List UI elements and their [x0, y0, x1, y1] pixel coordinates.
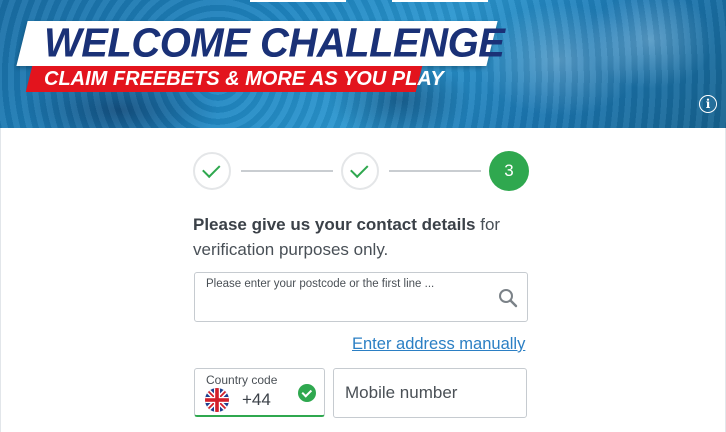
address-search-input[interactable]: Please enter your postcode or the first … [194, 272, 528, 322]
uk-flag-icon [205, 388, 229, 412]
enter-address-manually-link[interactable]: Enter address manually [352, 335, 525, 354]
check-circle-icon [298, 384, 316, 402]
mobile-number-input[interactable] [345, 383, 515, 403]
step-connector [241, 170, 333, 172]
country-code-value: +44 [242, 390, 271, 409]
step-3-active: 3 [489, 151, 529, 191]
panel-border-left [0, 128, 1, 432]
banner-title: WELCOME CHALLENGE [44, 20, 505, 66]
info-icon[interactable]: i [699, 95, 717, 113]
mobile-number-field[interactable] [333, 368, 527, 418]
promo-banner: WELCOME CHALLENGE CLAIM FREEBETS & MORE … [0, 0, 726, 128]
step-1-complete [193, 152, 231, 190]
address-search-placeholder: Please enter your postcode or the first … [206, 278, 435, 290]
check-icon [202, 159, 221, 179]
intro-bold: Please give us your contact details [193, 215, 476, 234]
step-2-complete [341, 152, 379, 190]
country-code-label: Country code [206, 373, 278, 387]
form-intro: Please give us your contact details for … [193, 212, 533, 262]
search-icon[interactable] [497, 287, 519, 309]
country-code-select[interactable]: Country code +44 [194, 368, 325, 417]
step-connector [389, 170, 481, 172]
banner-top-tab [392, 0, 488, 2]
banner-subtitle: CLAIM FREEBETS & MORE AS YOU PLAY [44, 68, 444, 90]
banner-top-tab [250, 0, 346, 2]
check-icon [350, 159, 369, 179]
